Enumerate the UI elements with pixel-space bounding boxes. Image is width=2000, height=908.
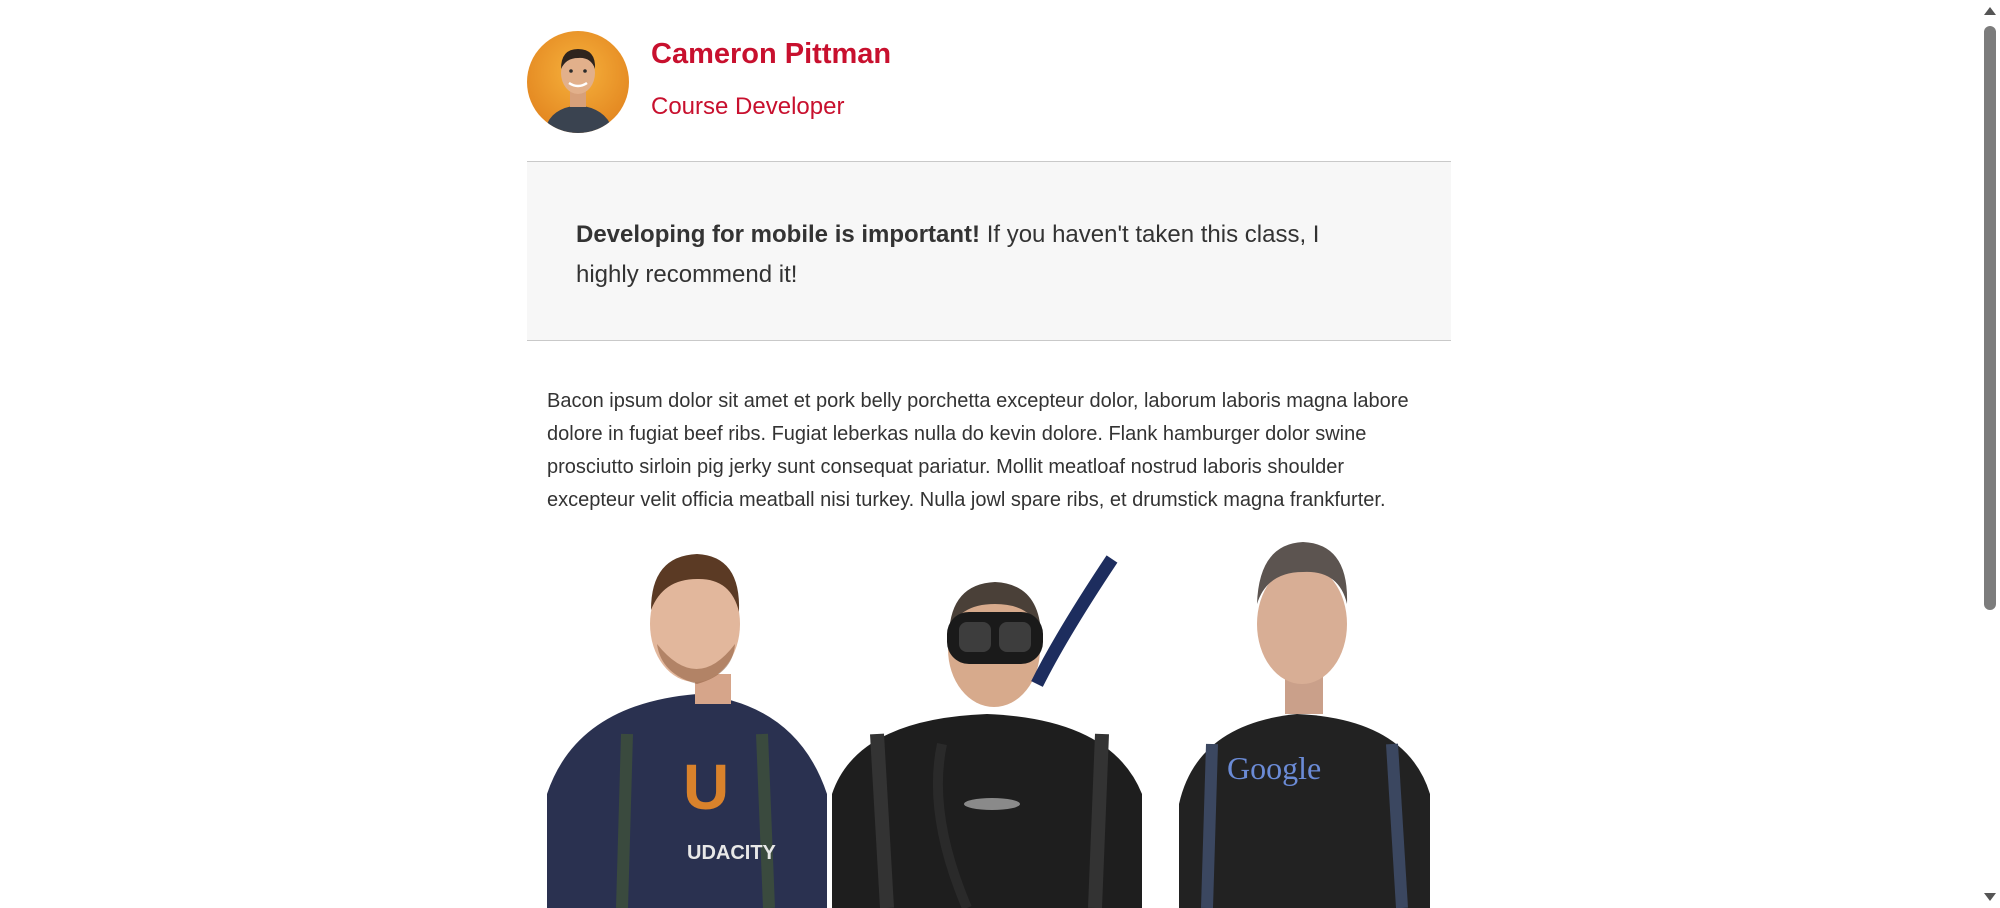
callout-bold-text: Developing for mobile is important! bbox=[576, 221, 981, 248]
scroll-thumb[interactable] bbox=[1984, 26, 1996, 610]
three-people-image: U UDACITY Google bbox=[547, 534, 1430, 908]
avatar-image bbox=[527, 31, 629, 133]
author-header: Cameron Pittman Course Developer bbox=[527, 0, 1451, 162]
author-avatar bbox=[527, 31, 629, 133]
scroll-down-arrow-icon[interactable] bbox=[1984, 893, 1996, 901]
svg-text:U: U bbox=[683, 751, 729, 823]
shirt-logo-left: UDACITY bbox=[687, 842, 777, 864]
article-body: Bacon ipsum dolor sit amet et pork belly… bbox=[527, 341, 1451, 517]
callout-box: Developing for mobile is important! If y… bbox=[527, 162, 1451, 341]
shirt-logo-right: Google bbox=[1227, 750, 1321, 786]
author-role: Course Developer bbox=[651, 93, 845, 120]
article-paragraph: Bacon ipsum dolor sit amet et pork belly… bbox=[547, 390, 1409, 511]
author-name: Cameron Pittman bbox=[651, 38, 892, 70]
article-container: Cameron Pittman Course Developer Develop… bbox=[527, 0, 1451, 908]
article-photo: U UDACITY Google bbox=[547, 534, 1430, 908]
vertical-scrollbar[interactable] bbox=[1980, 0, 2000, 908]
scroll-up-arrow-icon[interactable] bbox=[1984, 7, 1996, 15]
page: Cameron Pittman Course Developer Develop… bbox=[0, 0, 2000, 908]
